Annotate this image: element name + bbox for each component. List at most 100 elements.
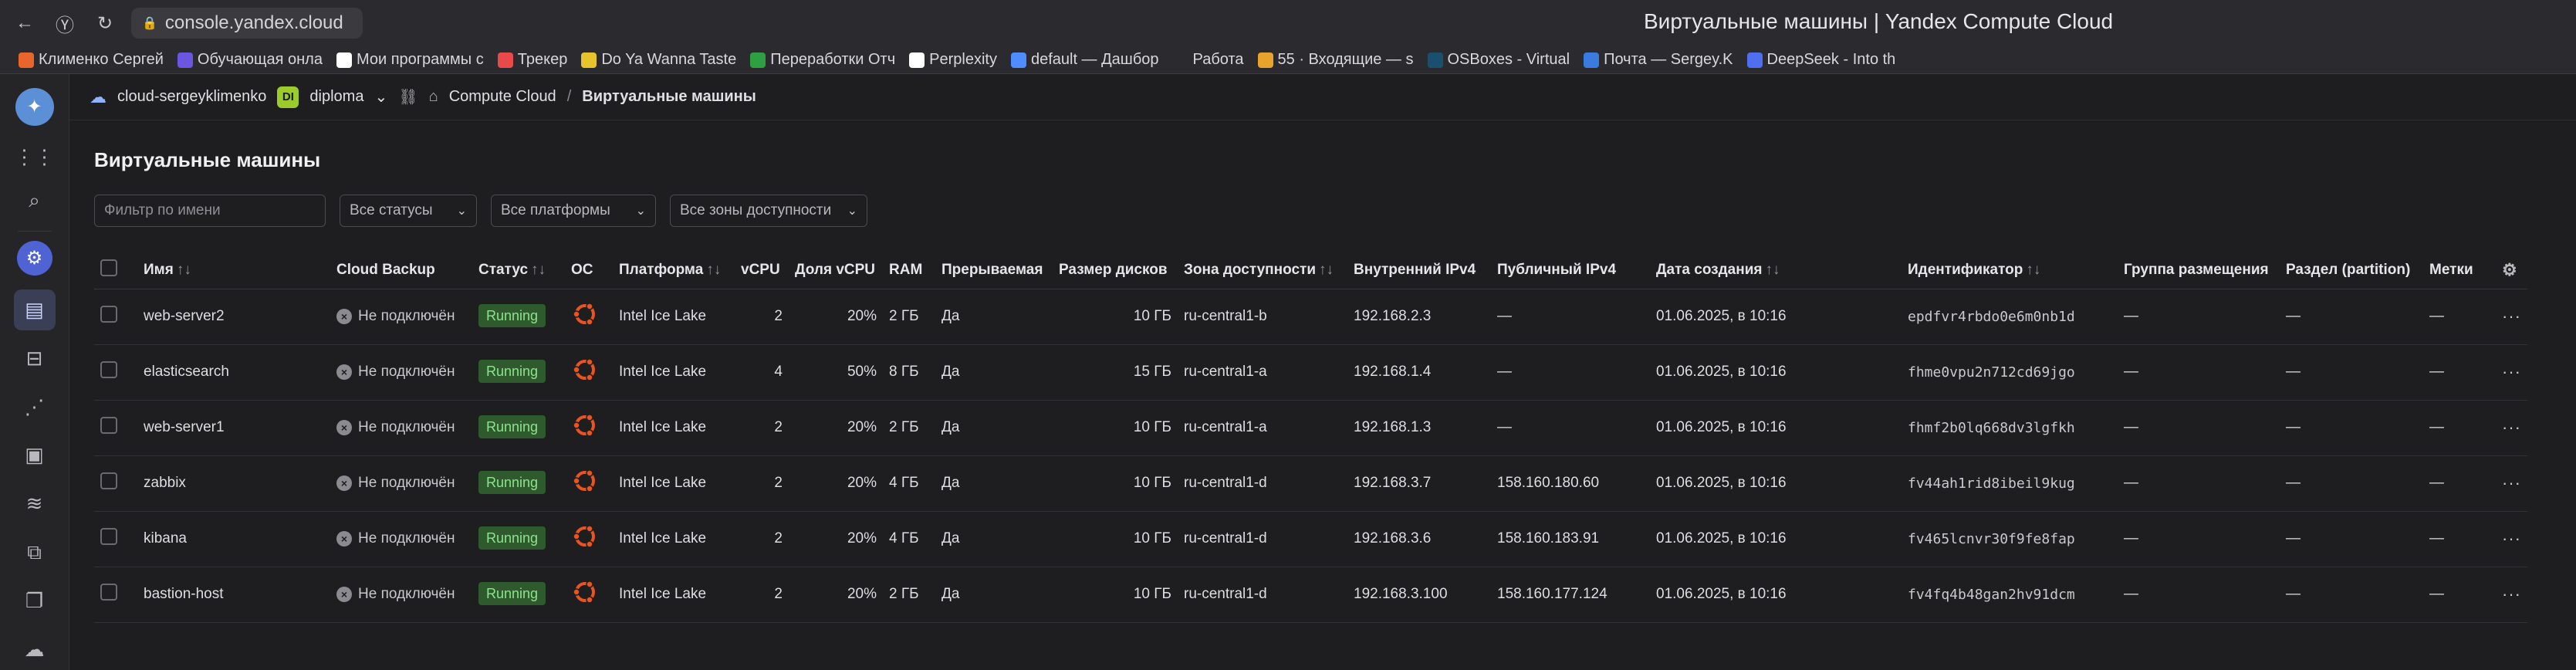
network-icon[interactable]: ⋰	[14, 387, 56, 428]
row-actions-cell: ···	[2496, 289, 2527, 345]
vm-name[interactable]: web-server2	[137, 289, 330, 345]
bookmark-item[interactable]: 55 · Входящие — s	[1257, 51, 1414, 69]
row-actions-cell: ···	[2496, 455, 2527, 512]
col-disk-label: Размер дисков	[1059, 261, 1168, 278]
bookmark-item[interactable]: Трекер	[497, 51, 567, 69]
more-actions-icon[interactable]: ···	[2502, 418, 2521, 437]
bookmark-item[interactable]: Работа	[1172, 51, 1244, 69]
table-row[interactable]: kibana × Не подключён Running Intel Ice L…	[94, 511, 2527, 567]
groups-icon[interactable]: ⧉	[14, 532, 56, 573]
disk-cell: 10 ГБ	[1053, 289, 1178, 345]
select-all-checkbox[interactable]	[100, 259, 117, 276]
chevron-down-icon[interactable]: ⌄	[374, 87, 387, 107]
search-icon[interactable]: ⌕	[14, 181, 56, 222]
layers-icon[interactable]: ≋	[14, 483, 56, 524]
bookmark-label: 55 · Входящие — s	[1277, 51, 1414, 68]
sort-icon[interactable]: ↑↓	[2026, 262, 2040, 278]
yandex-icon[interactable]: Ⓨ	[49, 8, 80, 39]
bookmark-item[interactable]: DeepSeek - Into th	[1746, 51, 1895, 69]
table-row[interactable]: zabbix × Не подключён Running Intel Ice L…	[94, 455, 2527, 512]
bookmark-item[interactable]: Perplexity	[909, 51, 997, 69]
ram-cell: 2 ГБ	[883, 289, 935, 345]
vm-name[interactable]: web-server1	[137, 400, 330, 456]
breadcrumb-service[interactable]: Compute Cloud	[449, 88, 556, 106]
folder-badge: DI	[277, 86, 299, 108]
table-row[interactable]: web-server1 × Не подключён Running Intel …	[94, 400, 2527, 456]
sort-icon[interactable]: ↑↓	[177, 262, 191, 278]
col-created[interactable]: Дата создания ↑↓	[1650, 252, 1902, 289]
row-select-cell	[94, 511, 137, 567]
row-checkbox[interactable]	[100, 472, 117, 489]
bookmark-item[interactable]: default — Дашбор	[1010, 51, 1159, 69]
sort-icon[interactable]: ↑↓	[1766, 262, 1780, 278]
vm-name[interactable]: kibana	[137, 511, 330, 567]
sort-icon[interactable]: ↑↓	[531, 262, 546, 278]
partition-cell: —	[2280, 289, 2423, 345]
bookmark-item[interactable]: Do Ya Wanna Taste	[581, 51, 736, 69]
table-row[interactable]: web-server2 × Не подключён Running Intel …	[94, 289, 2527, 345]
bookmark-item[interactable]: Переработки Отч	[750, 51, 895, 69]
share-cell: 20%	[789, 289, 883, 345]
backup-status: Не подключён	[358, 419, 455, 435]
zone-select[interactable]: Все зоны доступности ⌄	[670, 195, 867, 227]
back-icon[interactable]: ←	[9, 8, 40, 39]
home-icon[interactable]: ⌂	[429, 88, 438, 106]
more-actions-icon[interactable]: ···	[2502, 529, 2521, 548]
col-status[interactable]: Статус ↑↓	[472, 252, 565, 289]
bookmark-favicon-icon	[19, 52, 34, 68]
col-os-label: ОС	[571, 261, 593, 278]
vm-list-icon[interactable]: ▤	[13, 289, 56, 330]
breadcrumb-folder[interactable]: diploma	[309, 88, 363, 106]
table-row[interactable]: elasticsearch × Не подключён Running Inte…	[94, 344, 2527, 401]
compute-service-icon[interactable]: ⚙	[16, 240, 52, 276]
status-badge: Running	[478, 360, 546, 383]
col-ram-label: RAM	[889, 261, 923, 278]
snapshots-icon[interactable]: ❐	[14, 580, 56, 621]
images-icon[interactable]: ▣	[14, 435, 56, 475]
more-actions-icon[interactable]: ···	[2502, 584, 2521, 604]
bookmark-item[interactable]: Почта — Sergey.K	[1584, 51, 1733, 69]
breadcrumb-cloud[interactable]: cloud-sergeyklimenko	[117, 88, 266, 106]
row-checkbox[interactable]	[100, 417, 117, 434]
address-bar[interactable]: 🔒 console.yandex.cloud	[131, 8, 363, 39]
bookmark-item[interactable]: OSBoxes - Virtual	[1427, 51, 1570, 69]
yandex-cloud-logo-icon[interactable]: ✦	[15, 88, 54, 126]
platform-select-value: Все платформы	[501, 202, 610, 218]
bookmark-item[interactable]: Обучающая онла	[177, 51, 323, 69]
col-name[interactable]: Имя ↑↓	[137, 252, 330, 289]
table-row[interactable]: bastion-host × Не подключён Running Intel…	[94, 567, 2527, 623]
reload-icon[interactable]: ↻	[90, 8, 120, 39]
bookmark-favicon-icon	[177, 52, 193, 68]
sort-icon[interactable]: ↑↓	[1319, 262, 1334, 278]
name-filter-input[interactable]: Фильтр по имени	[94, 195, 326, 227]
col-zone[interactable]: Зона доступности ↑↓	[1178, 252, 1347, 289]
platform-select[interactable]: Все платформы ⌄	[491, 195, 656, 227]
row-checkbox[interactable]	[100, 528, 117, 545]
bookmark-item[interactable]: Мои программы с	[336, 51, 484, 69]
more-actions-icon[interactable]: ···	[2502, 473, 2521, 492]
apps-grid-icon[interactable]: ⋮⋮	[14, 137, 56, 178]
vm-name[interactable]: bastion-host	[137, 567, 330, 623]
row-checkbox[interactable]	[100, 306, 117, 323]
row-checkbox[interactable]	[100, 584, 117, 601]
row-checkbox[interactable]	[100, 361, 117, 378]
not-connected-icon: ×	[336, 531, 352, 546]
table-header-row: Имя ↑↓ Cloud Backup Статус ↑↓ ОС Платформа…	[94, 252, 2527, 289]
ram-cell: 2 ГБ	[883, 400, 935, 456]
sort-icon[interactable]: ↑↓	[706, 262, 721, 278]
bookmark-item[interactable]: Клименко Сергей	[19, 51, 164, 69]
gear-icon[interactable]: ⚙	[2502, 260, 2517, 279]
more-actions-icon[interactable]: ···	[2502, 362, 2521, 381]
disks-icon[interactable]: ⊟	[14, 338, 56, 379]
backup-cell: × Не подключён	[330, 455, 472, 512]
status-select[interactable]: Все статусы ⌄	[340, 195, 477, 227]
vm-name[interactable]: elasticsearch	[137, 344, 330, 401]
vm-name[interactable]: zabbix	[137, 455, 330, 512]
col-id[interactable]: Идентификатор ↑↓	[1902, 252, 2118, 289]
url-text: console.yandex.cloud	[164, 12, 343, 33]
share-icon[interactable]: ⛓	[398, 87, 418, 107]
backup-icon[interactable]: ☁	[14, 629, 56, 670]
disk-cell: 10 ГБ	[1053, 567, 1178, 623]
more-actions-icon[interactable]: ···	[2502, 306, 2521, 326]
col-platform[interactable]: Платформа ↑↓	[613, 252, 735, 289]
